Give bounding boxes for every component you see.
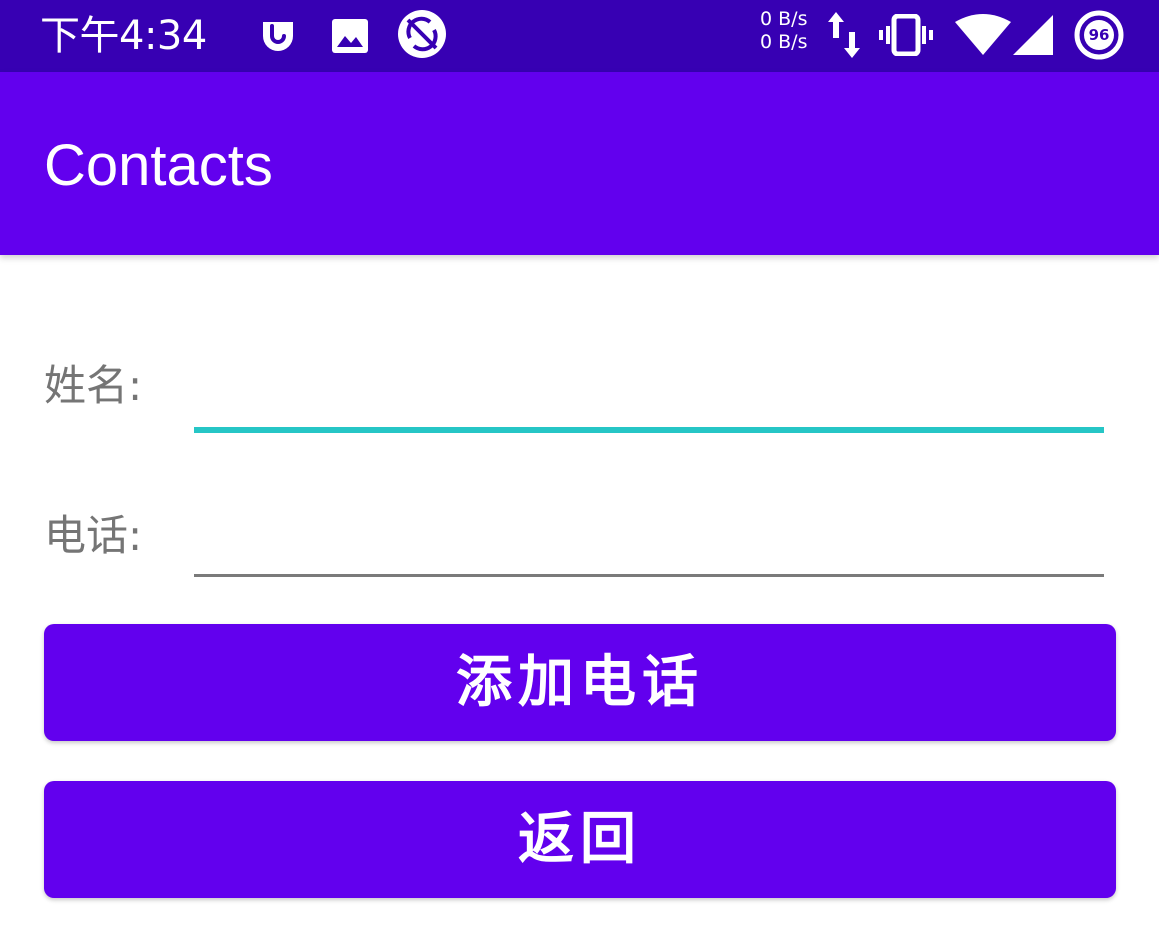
phone-label: 电话: — [44, 511, 143, 560]
net-up-text: 0 B/s — [760, 8, 808, 30]
app-bar: Contacts — [0, 72, 1159, 255]
data-transfer-icon — [828, 12, 860, 58]
status-time: 下午4:34 — [40, 13, 207, 59]
name-input-underline — [194, 427, 1104, 433]
net-down-text: 0 B/s — [760, 31, 808, 53]
wifi-icon — [955, 14, 1011, 55]
battery-level: 96 — [1088, 26, 1110, 44]
vibrate-icon — [879, 14, 933, 56]
name-input[interactable] — [194, 362, 1104, 424]
add-phone-button[interactable]: 添加电话 — [44, 624, 1116, 741]
status-bar: 下午4:34 0 B/s 0 B/s 96 — [0, 0, 1159, 72]
sync-icon — [398, 10, 446, 58]
app-title: Contacts — [44, 133, 273, 198]
network-speed: 0 B/s 0 B/s — [760, 8, 807, 54]
gallery-icon — [332, 19, 368, 53]
signal-icon — [1013, 15, 1053, 55]
back-button[interactable]: 返回 — [44, 781, 1116, 898]
phone-input-underline — [194, 574, 1104, 577]
name-label: 姓名: — [44, 361, 143, 410]
notification-app-icon — [263, 22, 293, 51]
phone-input[interactable] — [194, 508, 1104, 570]
